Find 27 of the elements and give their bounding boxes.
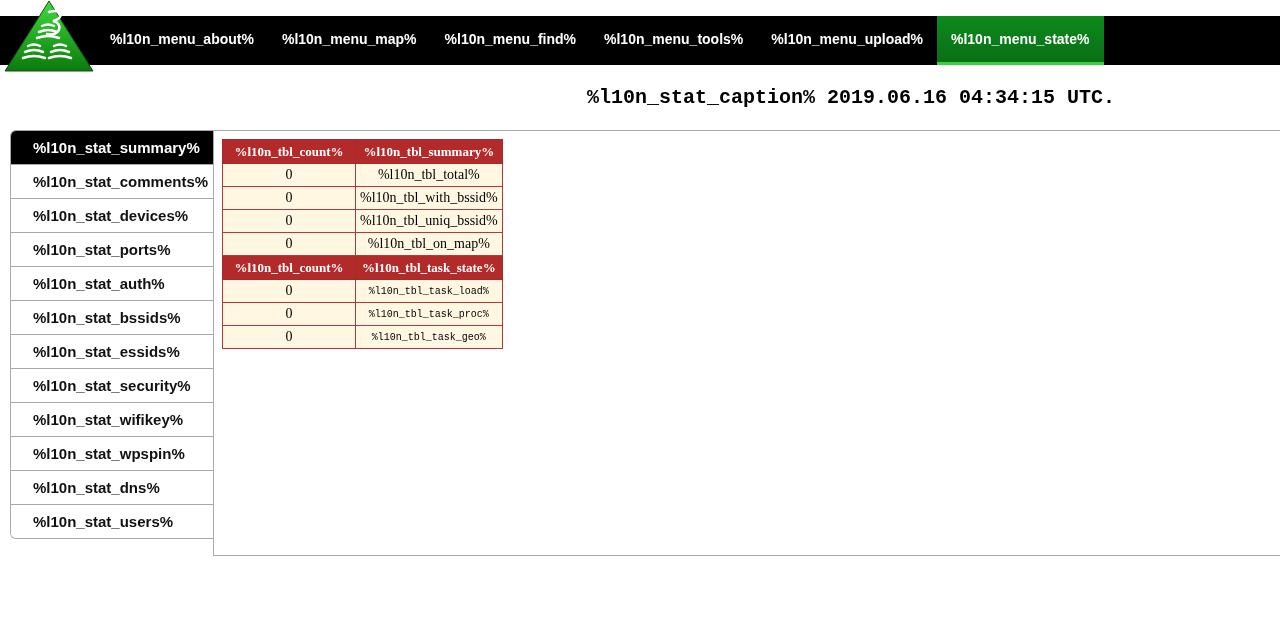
table-cell: %l10n_tbl_task_load% — [355, 279, 503, 303]
menu-item[interactable]: %l10n_menu_state% — [937, 16, 1104, 65]
table-header: %l10n_tbl_summary% — [355, 139, 503, 164]
menu-item[interactable]: %l10n_menu_upload% — [757, 16, 937, 65]
table-cell: 0 — [222, 186, 356, 210]
table-cell: %l10n_tbl_uniq_bssid% — [355, 209, 503, 233]
menu-item[interactable]: %l10n_menu_map% — [267, 16, 431, 65]
table-header: %l10n_tbl_task_state% — [355, 255, 503, 280]
table-cell: 0 — [222, 232, 356, 256]
table-header: %l10n_tbl_count% — [222, 139, 356, 164]
sidebar-item[interactable]: %l10n_stat_users% — [11, 504, 213, 538]
table-cell: 0 — [222, 279, 356, 303]
table-cell: %l10n_tbl_on_map% — [355, 232, 503, 256]
table-cell: 0 — [222, 325, 356, 349]
table-cell: 0 — [222, 163, 356, 187]
table-cell: 0 — [222, 209, 356, 233]
table-cell: %l10n_tbl_total% — [355, 163, 503, 187]
page-caption: %l10n_stat_caption% 2019.06.16 04:34:15 UTC. — [587, 86, 1116, 109]
table-cell: %l10n_tbl_with_bssid% — [355, 186, 503, 210]
sidebar-item[interactable]: %l10n_stat_summary% — [11, 131, 213, 164]
menu-item[interactable]: %l10n_menu_tools% — [590, 16, 758, 65]
menu-item[interactable]: %l10n_menu_about% — [96, 16, 268, 65]
menu-item[interactable]: %l10n_menu_find% — [430, 16, 591, 65]
table-cell: 0 — [222, 302, 356, 326]
table-header: %l10n_tbl_count% — [222, 255, 356, 280]
table-cell: %l10n_tbl_task_geo% — [355, 325, 503, 349]
table-cell: %l10n_tbl_task_proc% — [355, 302, 503, 326]
